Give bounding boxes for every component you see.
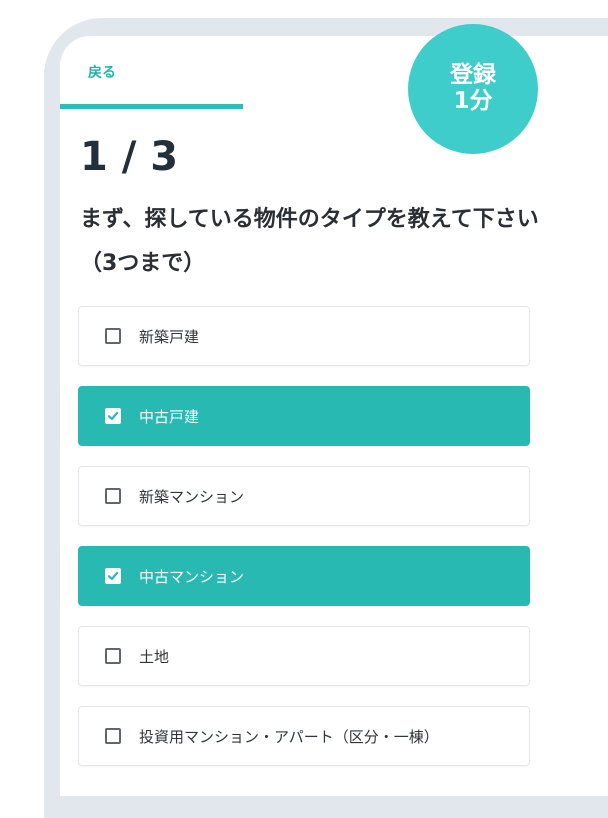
badge-line-2: 1分 (453, 88, 493, 114)
checkbox-icon[interactable] (105, 328, 121, 344)
option-item[interactable]: 新築戸建 (78, 306, 530, 366)
option-label: 中古戸建 (139, 407, 200, 426)
option-item[interactable]: 中古マンション (78, 546, 530, 606)
option-item[interactable]: 中古戸建 (78, 386, 530, 446)
screen: 戻る 1 / 3 まず、探している物件のタイプを教えて下さい（3つまで） 新築戸… (60, 36, 608, 796)
question-text: まず、探している物件のタイプを教えて下さい（3つまで） (80, 207, 539, 276)
checkbox-icon[interactable] (105, 408, 121, 424)
check-icon (107, 571, 119, 581)
checkbox-icon[interactable] (105, 728, 121, 744)
option-item[interactable]: 投資用マンション・アパート（区分・一棟） (78, 706, 530, 766)
option-label: 中古マンション (139, 567, 245, 586)
option-item[interactable]: 新築マンション (78, 466, 530, 526)
option-label: 新築マンション (139, 487, 245, 506)
check-icon (107, 411, 119, 421)
option-label: 土地 (139, 647, 170, 666)
checkbox-icon[interactable] (105, 488, 121, 504)
option-label: 新築戸建 (139, 327, 200, 346)
option-item[interactable]: 土地 (78, 626, 530, 686)
back-link[interactable]: 戻る (88, 62, 116, 82)
checkbox-icon[interactable] (105, 568, 121, 584)
signup-time-badge: 登録 1分 (408, 24, 538, 154)
step-indicator: 1 / 3 (80, 134, 179, 180)
options-list: 新築戸建 中古戸建 新築マンション 中古マンション 土地 投資用マンション・アパ… (78, 306, 530, 786)
option-label: 投資用マンション・アパート（区分・一棟） (139, 727, 439, 746)
badge-line-1: 登録 (450, 62, 496, 89)
checkbox-icon[interactable] (105, 648, 121, 664)
progress-fill (60, 104, 243, 109)
